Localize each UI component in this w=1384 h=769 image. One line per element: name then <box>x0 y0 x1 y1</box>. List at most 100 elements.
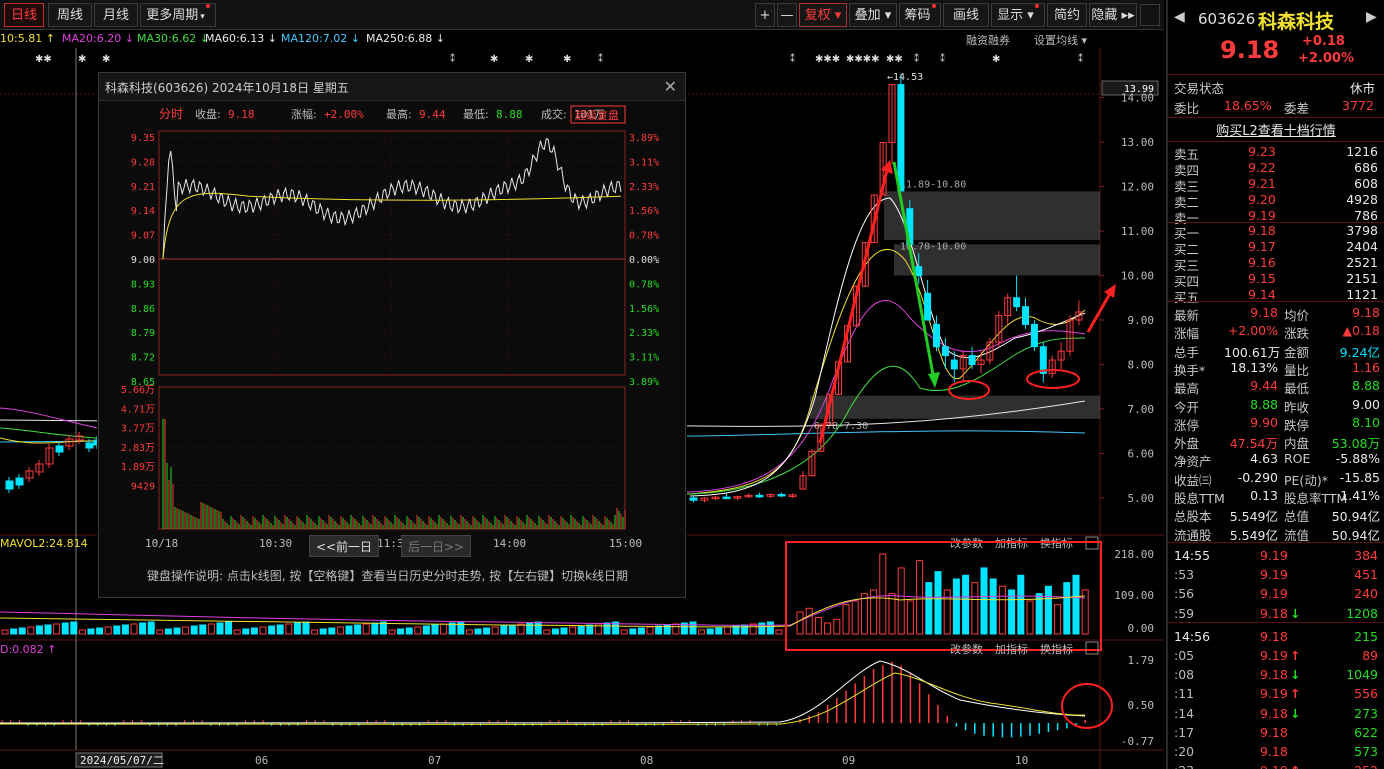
ask-row-1: 卖一 9.19 786 <box>1168 207 1384 226</box>
overlay-button[interactable]: 叠加 ▾ <box>849 3 897 27</box>
tick-price: 9.19 <box>1260 548 1288 563</box>
intraday-right-axis-label: 3.11% <box>629 353 659 364</box>
ma-legend-2: MA30:6.62 ↓ <box>137 32 209 45</box>
zoom-in-button[interactable]: + <box>755 3 775 27</box>
volume-bar <box>534 621 542 635</box>
high-price-marker: ←14.53 <box>887 72 923 83</box>
prev-day-button[interactable]: <<前一日 <box>309 535 379 557</box>
event-star-icon: ⁑ <box>450 52 455 65</box>
bid-volume: 3798 <box>1346 223 1378 238</box>
bid-row-3: 买三 9.16 2521 <box>1168 254 1384 273</box>
volume-bar <box>560 627 568 635</box>
period-tab-2[interactable]: 月线 <box>94 3 138 27</box>
volume-bar <box>61 622 69 635</box>
toolbar-button-label: 筹码 <box>904 8 931 23</box>
bid-row-5: 买五 9.14 1121 <box>1168 286 1384 305</box>
stat-row: 总股本 5.549亿 总值 50.94亿 <box>1168 504 1384 524</box>
display-button[interactable]: 显示 ▾ <box>991 3 1045 27</box>
close-icon[interactable]: ✕ <box>664 77 677 96</box>
next-day-button[interactable]: 后一日>> <box>401 535 471 557</box>
x-axis-label: 08 <box>640 754 653 767</box>
tick-price: 9.19 <box>1260 763 1288 769</box>
intraday-volume-axis-label: 9429 <box>131 482 155 493</box>
intraday-left-axis-label: 9.14 <box>131 206 155 217</box>
popup-stat-label: 涨幅: <box>291 108 317 121</box>
tick-row: 14:55 9.19 384 <box>1168 546 1384 565</box>
volume-bar <box>1035 593 1043 635</box>
x-axis-label: 07 <box>428 754 441 767</box>
volume-axis-label: 218.00 <box>1114 548 1154 561</box>
intraday-volume-axis-label: 2.83万 <box>121 443 155 454</box>
hide-button[interactable]: 隐藏 ▸▸ <box>1089 3 1137 27</box>
event-star-icon: ✱ <box>78 54 86 65</box>
volume-bar <box>147 621 155 635</box>
intraday-avg-line <box>162 192 622 260</box>
ma-legend-1: MA20:6.20 ↓ <box>62 32 134 45</box>
volume-bar <box>96 627 104 635</box>
volume-bar <box>250 627 258 635</box>
stat-label: 流通股 <box>1174 527 1212 543</box>
stat-value: 1.16 <box>1352 359 1380 375</box>
period-tab-3[interactable]: 更多周期 ▾ <box>140 3 216 27</box>
volume-bar <box>1063 582 1071 635</box>
panel-toggle-icon[interactable] <box>1140 4 1160 26</box>
stat-row: 涨幅 +2.00% 涨跌 ▲0.18 <box>1168 321 1384 341</box>
simple-button[interactable]: 简约 <box>1047 3 1087 27</box>
event-star-icon: ✱ <box>525 54 533 65</box>
draw-line-button[interactable]: 画线 <box>943 3 989 27</box>
tick-time: :17 <box>1174 724 1195 740</box>
stat-value: -5.88% <box>1335 451 1380 467</box>
ask-price: 9.19 <box>1248 208 1276 223</box>
intraday-volume-axis-label: 3.77万 <box>121 424 155 435</box>
volume-bar <box>121 624 129 635</box>
tick-row: :17 9.18 622 <box>1168 723 1384 742</box>
popup-title: 科森科技(603626) 2024年10月18日 星期五 <box>105 81 349 95</box>
volume-bar <box>577 625 585 635</box>
tick-volume: 1049 <box>1346 667 1378 683</box>
price-axis-label: 9.00 <box>1128 314 1155 327</box>
volume-bar <box>199 624 207 635</box>
tick-time: :08 <box>1174 667 1195 683</box>
volume-bar <box>715 627 723 635</box>
volume-bar <box>328 627 336 635</box>
volume-bar <box>962 574 970 635</box>
l2-button[interactable]: 购买L2查看十档行情 <box>1168 120 1384 139</box>
tick-price: 9.18 <box>1260 667 1288 683</box>
popup-stat-label: 最高: <box>386 107 412 121</box>
stat-value: 9.18 <box>1250 305 1278 320</box>
chips-button[interactable]: 筹码 <box>899 3 941 27</box>
next-stock-icon[interactable]: ▶ <box>1366 9 1377 25</box>
indicator-action-link: 加指标 <box>995 642 1028 656</box>
candle <box>897 84 905 192</box>
tick-row: :11 9.19 ↑ 556 <box>1168 684 1384 703</box>
volume-bar <box>925 582 933 635</box>
tick-time: 14:55 <box>1174 548 1211 563</box>
volume-bar <box>689 621 697 635</box>
period-tab-1[interactable]: 周线 <box>48 3 92 27</box>
volume-indicator-label: MAVOL2:24.814 <box>0 537 88 550</box>
candle <box>755 494 764 498</box>
stat-row: 净资产 4.63 ROE -5.88% <box>1168 449 1384 469</box>
intraday-left-axis-label: 9.00 <box>131 255 155 266</box>
period-tab-label: 日线 <box>10 8 37 23</box>
candle <box>55 445 64 453</box>
adjust-button[interactable]: 复权 ▾ <box>799 3 847 27</box>
volume-bar <box>216 622 224 635</box>
tick-time: 14:56 <box>1174 628 1211 644</box>
indicator-action-link: 换指标 <box>1040 642 1073 656</box>
toolbar-button-label: 叠加 ▾ <box>854 8 892 23</box>
volume-bar <box>293 622 301 635</box>
event-star-icon: ✱ <box>992 54 1000 65</box>
zoom-out-button[interactable]: — <box>777 3 797 27</box>
volume-bar <box>603 622 611 635</box>
tick-row: :14 9.18 ↓ 273 <box>1168 704 1384 723</box>
moving-average-legend: 10:5.81 ↑ MA20:6.20 ↓ MA30:6.62 ↓ MA60:6.13… <box>0 30 1164 48</box>
candle <box>933 323 940 348</box>
intraday-chart[interactable]: 分时 收盘: 9.18 涨幅: +2.00% 最高: 9.44 最低: 8.88 成交: 101万超… <box>99 101 685 597</box>
intraday-time-label: 10/18 <box>145 537 178 550</box>
prev-stock-icon[interactable]: ◀ <box>1174 9 1185 25</box>
period-tab-0[interactable]: 日线 <box>4 3 44 27</box>
stat-row: 最高 9.44 最低 8.88 <box>1168 376 1384 396</box>
volume-bar <box>1017 574 1025 635</box>
intraday-time-label: 14:00 <box>493 537 526 550</box>
